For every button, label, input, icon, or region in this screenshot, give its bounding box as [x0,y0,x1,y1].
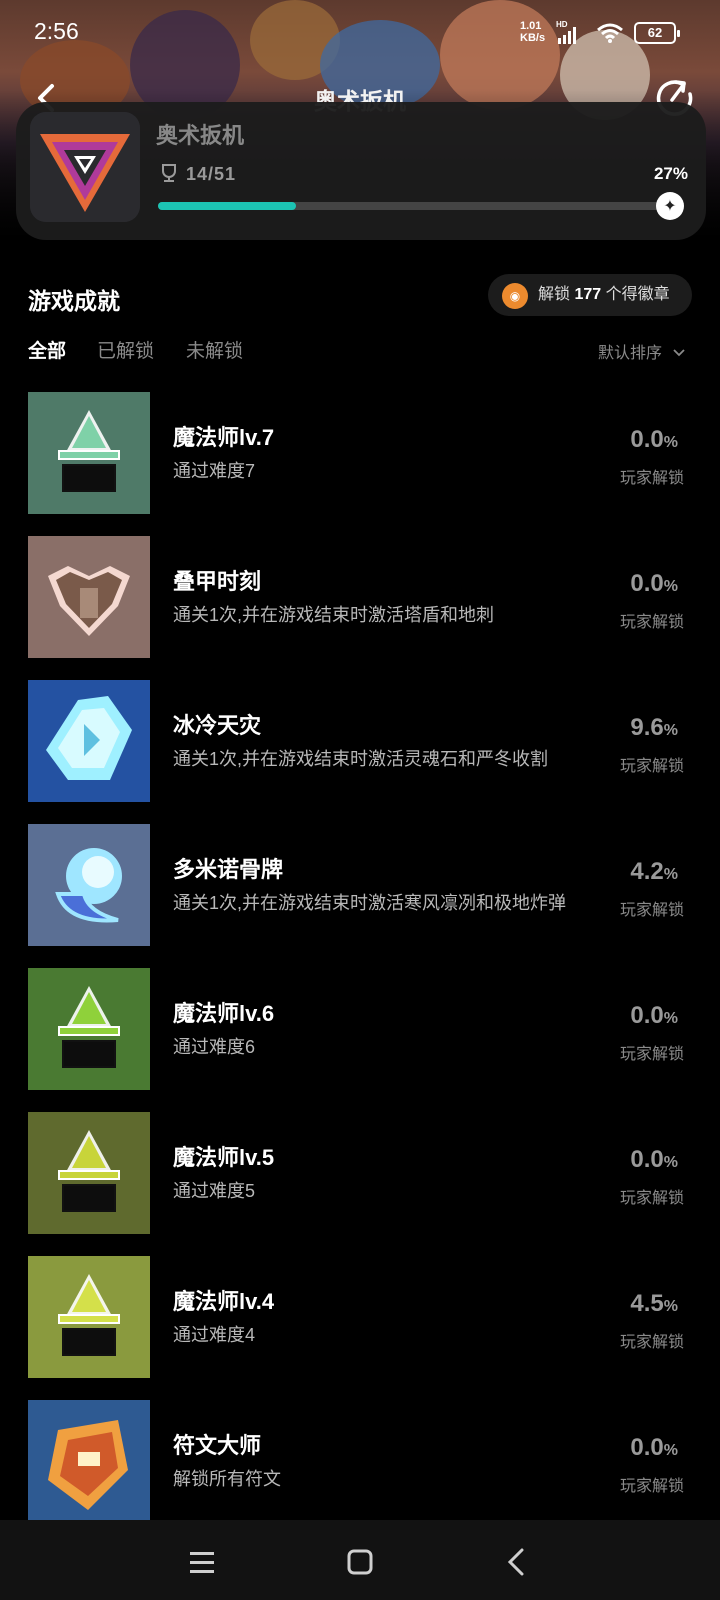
unlock-percent: 0.0% [630,1146,678,1173]
unlock-percent: 9.6% [630,714,678,741]
ice-crystal-icon [28,680,150,802]
achievement-desc: 通关1次,并在游戏结束时激活塔盾和地刺 [173,605,495,625]
achievement-desc: 通过难度7 [173,461,256,481]
unlock-caption: 玩家解锁 [619,758,684,775]
wizard-hat-icon [28,1256,150,1378]
achievement-name: 魔法师lv.5 [173,1145,275,1170]
system-nav-bar [0,1520,720,1600]
unlock-percent: 0.0% [630,1434,678,1461]
achievement-item[interactable]: 多米诺骨牌 通关1次,并在游戏结束时激活寒风凛冽和极地炸弹 4.2% 玩家解锁 [0,824,720,948]
badge-coin-icon: ◉ [502,283,528,309]
unlock-percent: 4.5% [630,1290,678,1317]
shield-icon [28,536,150,658]
unlock-percent: 0.0% [630,426,678,453]
achievement-name: 冰冷天灾 [173,713,262,738]
sort-label: 默认排序 [598,345,663,362]
achievement-name: 多米诺骨牌 [173,857,284,882]
network-speed: 1.01 KB/s [520,20,545,44]
achievement-name: 符文大师 [173,1433,262,1458]
unlock-caption: 玩家解锁 [619,614,684,631]
achievement-name: 叠甲时刻 [173,569,262,594]
unlock-caption: 玩家解锁 [619,470,684,487]
badge-chip-suffix: 个得徽章 [605,286,670,303]
achievement-name: 魔法师lv.4 [173,1289,275,1314]
unlock-percent: 0.0% [630,570,678,597]
achievement-desc: 通关1次,并在游戏结束时激活灵魂石和严冬收割 [173,749,549,769]
tab-all[interactable]: 全部 [28,336,66,363]
trophy-icon [162,164,176,182]
unlock-badge-chip[interactable]: ◉ 解锁 177 个得徽章 [488,274,692,316]
wizard-hat-icon [28,1112,150,1234]
progress-bar-fill [158,202,296,210]
unlock-percent: 4.2% [630,858,678,885]
game-logo [30,112,140,222]
achievement-item[interactable]: 魔法师lv.6 通过难度6 0.0% 玩家解锁 [0,968,720,1092]
network-speed-value: 1.01 [520,20,542,32]
game-progress-card[interactable]: 奥术扳机 14/51 27% ✦ [16,102,706,240]
achievement-item[interactable]: 符文大师 解锁所有符文 0.0% 玩家解锁 [0,1400,720,1524]
tab-locked[interactable]: 未解锁 [186,336,243,363]
achievement-desc: 通过难度6 [173,1037,256,1057]
achievement-item[interactable]: 冰冷天灾 通关1次,并在游戏结束时激活灵魂石和严冬收割 9.6% 玩家解锁 [0,680,720,804]
home-icon[interactable] [342,1544,378,1580]
network-speed-unit: KB/s [520,32,546,44]
chevron-down-icon [673,349,686,357]
unlock-caption: 玩家解锁 [619,1478,684,1495]
status-time: 2:56 [34,18,79,44]
frost-wave-icon [28,824,150,946]
progress-bar [158,202,668,210]
section-title: 游戏成就 [28,288,120,314]
achievement-desc: 通过难度4 [173,1325,256,1345]
wizard-hat-icon [28,392,150,514]
achievement-desc: 解锁所有符文 [173,1469,281,1489]
achievement-progress-percent: 27% [653,164,688,183]
achievement-progress-count: 14/51 [186,164,237,184]
star-badge-icon: ✦ [656,192,684,220]
achievement-item[interactable]: 魔法师lv.4 通过难度4 4.5% 玩家解锁 [0,1256,720,1380]
achievement-desc: 通过难度5 [173,1181,256,1201]
tab-unlocked[interactable]: 已解锁 [97,336,154,363]
status-bar: 2:56 1.01 KB/s HD 62 [0,0,720,66]
wizard-hat-icon [28,968,150,1090]
game-name: 奥术扳机 [156,123,245,148]
back-icon[interactable] [500,1544,536,1580]
unlock-caption: 玩家解锁 [619,1190,684,1207]
menu-icon[interactable] [184,1544,220,1580]
achievement-item[interactable]: 叠甲时刻 通关1次,并在游戏结束时激活塔盾和地刺 0.0% 玩家解锁 [0,536,720,660]
unlock-caption: 玩家解锁 [619,902,684,919]
unlock-caption: 玩家解锁 [619,1334,684,1351]
badge-chip-prefix: 解锁 [538,286,571,303]
unlock-percent: 0.0% [630,1002,678,1029]
signal-icon [558,27,576,44]
achievement-name: 魔法师lv.7 [173,425,275,450]
sort-dropdown[interactable]: 默认排序 [598,339,686,363]
achievement-item[interactable]: 魔法师lv.7 通过难度7 0.0% 玩家解锁 [0,392,720,516]
rune-master-icon [28,1400,150,1522]
badge-chip-count: 177 [574,286,602,303]
battery-icon: 62 [634,22,680,44]
achievement-desc: 通关1次,并在游戏结束时激活寒风凛冽和极地炸弹 [173,893,567,913]
achievement-item[interactable]: 魔法师lv.5 通过难度5 0.0% 玩家解锁 [0,1112,720,1236]
wifi-icon [597,23,623,43]
achievement-name: 魔法师lv.6 [173,1001,275,1026]
unlock-caption: 玩家解锁 [619,1046,684,1063]
